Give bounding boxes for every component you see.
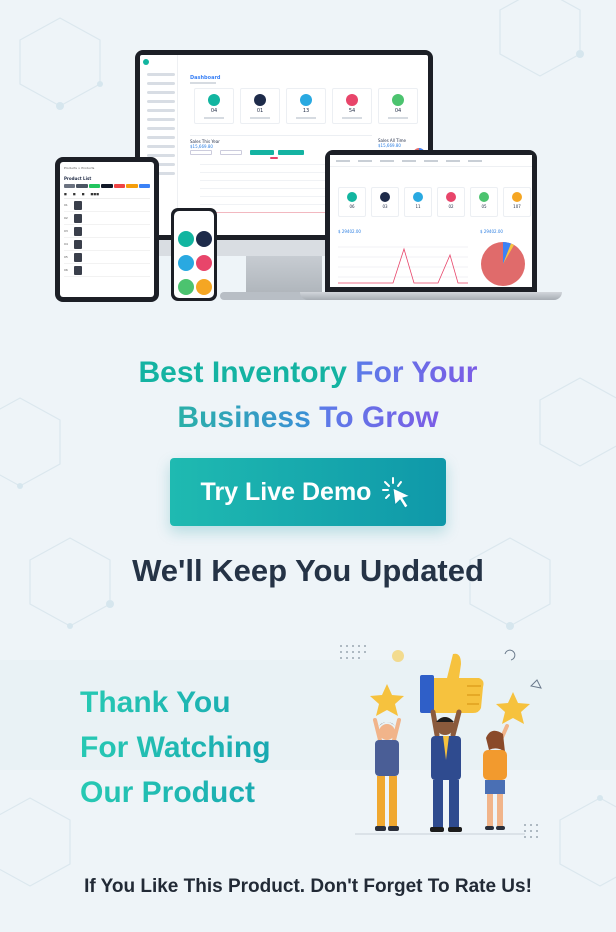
keep-updated-heading: We'll Keep You Updated [132,553,484,588]
pointer-click-icon [382,477,412,509]
headline-part: Business [177,401,311,434]
table-header: ■ ■ ■ ■■■ [64,192,150,199]
thanks-line: Thank You [80,686,231,719]
stat-card: 06 [338,187,366,217]
thumbs-up-icon [420,653,484,713]
thank-you-text: Thank You For Watching Our Product [80,680,340,815]
table-row: 04 [64,238,150,251]
product-list-title: Product List [64,176,92,181]
laptop-base [300,292,562,300]
person-right [483,724,509,830]
table-row: 06 [64,264,150,277]
tablet-screen: Products > Products Product List ■ ■ ■ ■■■ … [60,162,154,297]
laptop-mockup: 06 03 11 02 05 107 $ 29402.00 $ 29402.00 [325,150,537,292]
stat-card: 13 [286,88,326,124]
headline-part: For Your [355,356,478,389]
stat-card: 04 [378,88,418,124]
try-live-demo-button[interactable]: Try Live Demo [170,458,446,526]
stat-card: 107 [503,187,531,217]
phone-screen [174,211,214,298]
dashboard-title: Dashboard [190,75,221,81]
headline-part: Best Inventory [138,356,347,389]
logo-icon [143,59,149,65]
laptop-screen: 06 03 11 02 05 107 $ 29402.00 $ 29402.00 [330,155,532,287]
laptop-top-nav [330,155,532,167]
table-actions [64,184,150,188]
table-row: 02 [64,212,150,225]
thanks-line: For Watching [80,731,271,764]
table-row: 03 [64,225,150,238]
stat-card: 01 [240,88,280,124]
thanks-line: Our Product [80,776,256,809]
laptop-sales-all: $ 29402.00 [480,229,503,234]
stat-card: 54 [332,88,372,124]
stat-card: 03 [371,187,399,217]
tablet-mockup: Products > Products Product List ■ ■ ■ ■■■ … [55,157,159,302]
monitor-stand [246,256,322,296]
demo-button-label: Try Live Demo [200,477,372,506]
stat-card: 04 [194,88,234,124]
phone-mockup [171,208,217,301]
person-middle [430,709,462,832]
rate-us-text: If You Like This Product. Don't Forget T… [84,876,532,897]
pie-chart-graphic [481,242,525,286]
line-chart-graphic [338,246,468,284]
laptop-sales-year: $ 29402.00 [338,229,361,234]
headline: Best Inventory For Your Business To Grow [0,350,616,440]
headline-part: To Grow [319,401,439,434]
stat-card: 02 [437,187,465,217]
stat-card: 11 [404,187,432,217]
stat-card: 05 [470,187,498,217]
celebrating-people-illustration [340,645,542,838]
table-row: 05 [64,251,150,264]
breadcrumb: Products > Products [64,166,95,170]
person-left [373,718,401,831]
table-row: 01 [64,199,150,212]
